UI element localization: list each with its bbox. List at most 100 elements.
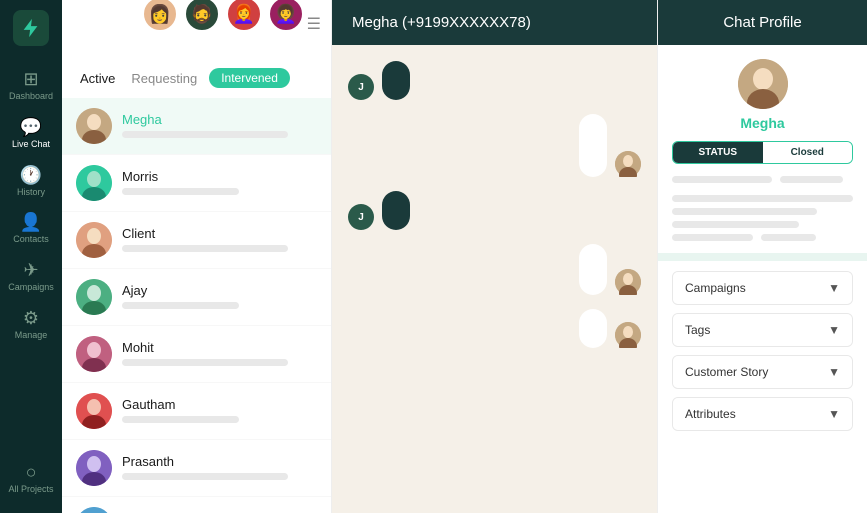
- profile-line: [672, 234, 753, 241]
- message-bubble-sent: [382, 191, 410, 230]
- chat-item[interactable]: Saurabh: [62, 497, 331, 513]
- accordion-label: Customer Story: [685, 365, 768, 379]
- hamburger-icon[interactable]: ☰: [307, 14, 321, 34]
- chat-name: Client: [122, 226, 317, 241]
- sidebar-item-manage[interactable]: ⚙ Manage: [0, 301, 62, 349]
- chat-item[interactable]: Mohit: [62, 326, 331, 383]
- profile-name: Megha: [672, 115, 853, 131]
- profile-line: [672, 195, 853, 202]
- profile-line: [780, 176, 843, 183]
- chat-preview: [122, 473, 288, 480]
- profile-avatar-wrap: [672, 59, 853, 109]
- chevron-down-icon: ▼: [828, 323, 840, 337]
- accordion-label: Campaigns: [685, 281, 746, 295]
- profile-line: [672, 208, 817, 215]
- chat-info: Gautham: [122, 397, 317, 426]
- livechat-icon: 💬: [20, 118, 42, 136]
- sidebar-item-label: All Projects: [8, 484, 53, 495]
- chat-info: Morris: [122, 169, 317, 198]
- accordion-campaigns: Campaigns ▼: [672, 271, 853, 305]
- chat-preview: [122, 416, 239, 423]
- profile-content: Megha STATUS Closed Campaigns ▼: [658, 45, 867, 453]
- sidebar-item-label: Manage: [15, 330, 48, 341]
- sidebar-item-contacts[interactable]: 👤 Contacts: [0, 205, 62, 253]
- accordion-header[interactable]: Campaigns ▼: [673, 272, 852, 304]
- sidebar-item-label: Campaigns: [8, 282, 54, 293]
- chat-name: Ajay: [122, 283, 317, 298]
- accordion-header[interactable]: Customer Story ▼: [673, 356, 852, 388]
- message-avatar: [615, 322, 641, 348]
- sidebar-item-label: Live Chat: [12, 139, 50, 150]
- sidebar-item-history[interactable]: 🕐 History: [0, 158, 62, 206]
- tab-active[interactable]: Active: [76, 69, 119, 88]
- sidebar-item-label: Contacts: [13, 234, 49, 245]
- top-avatar-2[interactable]: 🧔: [184, 0, 220, 32]
- status-bar: STATUS Closed: [672, 141, 853, 164]
- profile-line: [672, 221, 799, 228]
- avatar: [76, 336, 112, 372]
- chat-item[interactable]: Prasanth: [62, 440, 331, 497]
- message-bubble-received: [579, 309, 607, 348]
- accordion-header[interactable]: Attributes ▼: [673, 398, 852, 430]
- top-avatar-4[interactable]: 👩‍🦱: [268, 0, 304, 32]
- sidebar-item-livechat[interactable]: 💬 Live Chat: [0, 110, 62, 158]
- top-avatar-3[interactable]: 👩‍🦰: [226, 0, 262, 32]
- chat-item[interactable]: Megha: [62, 98, 331, 155]
- status-label: STATUS: [673, 142, 763, 163]
- chat-list-panel: 👩 🧔 👩‍🦰 👩‍🦱 ☰ Active Requesting Interven…: [62, 0, 332, 513]
- chat-info: Ajay: [122, 283, 317, 312]
- chat-info: Megha: [122, 112, 317, 141]
- avatar: [76, 450, 112, 486]
- avatar: [76, 393, 112, 429]
- message-avatar: J: [348, 74, 374, 100]
- chat-preview: [122, 302, 239, 309]
- manage-icon: ⚙: [23, 309, 39, 327]
- chat-item[interactable]: Gautham: [62, 383, 331, 440]
- sidebar-item-label: History: [17, 187, 45, 198]
- avatar: [76, 165, 112, 201]
- tab-requesting[interactable]: Requesting: [127, 69, 201, 88]
- chat-info: Client: [122, 226, 317, 255]
- chat-items: Megha Morris Client: [62, 98, 331, 513]
- chat-preview: [122, 131, 288, 138]
- chat-list-header: Active Requesting Intervened: [62, 54, 331, 98]
- chevron-down-icon: ▼: [828, 365, 840, 379]
- message-avatar: [615, 269, 641, 295]
- chat-info: Mohit: [122, 340, 317, 369]
- chat-name: Gautham: [122, 397, 317, 412]
- accordion-attributes: Attributes ▼: [672, 397, 853, 431]
- top-avatar-1[interactable]: 👩: [142, 0, 178, 32]
- tab-intervened[interactable]: Intervened: [209, 68, 290, 88]
- chat-name: Morris: [122, 169, 317, 184]
- profile-line: [761, 234, 815, 241]
- chat-info: Prasanth: [122, 454, 317, 483]
- message-avatar: [615, 151, 641, 177]
- dashboard-icon: ⊞: [23, 70, 38, 88]
- sidebar-logo: [13, 10, 49, 46]
- divider: [658, 253, 867, 261]
- chevron-down-icon: ▼: [828, 281, 840, 295]
- allprojects-icon: ○: [26, 463, 37, 481]
- sidebar-item-allprojects[interactable]: ○ All Projects: [0, 455, 62, 503]
- profile-panel: Chat Profile Megha STATUS Closed: [657, 0, 867, 513]
- chat-preview: [122, 359, 288, 366]
- sidebar: ⊞ Dashboard 💬 Live Chat 🕐 History 👤 Cont…: [0, 0, 62, 513]
- chat-name: Prasanth: [122, 454, 317, 469]
- chevron-down-icon: ▼: [828, 407, 840, 421]
- chat-name: Megha: [122, 112, 317, 127]
- chat-area: Megha (+9199XXXXXX78) J J: [332, 0, 657, 513]
- chat-item[interactable]: Ajay: [62, 269, 331, 326]
- accordion-customer-story: Customer Story ▼: [672, 355, 853, 389]
- sidebar-item-campaigns[interactable]: ✈ Campaigns: [0, 253, 62, 301]
- accordion-label: Attributes: [685, 407, 736, 421]
- profile-avatar: [738, 59, 788, 109]
- chat-item[interactable]: Morris: [62, 155, 331, 212]
- chat-name: Mohit: [122, 340, 317, 355]
- sidebar-item-dashboard[interactable]: ⊞ Dashboard: [0, 62, 62, 110]
- message-bubble-received: [579, 244, 607, 295]
- accordion-header[interactable]: Tags ▼: [673, 314, 852, 346]
- chat-item[interactable]: Client: [62, 212, 331, 269]
- message-bubble-received: [579, 114, 607, 177]
- chat-header: Megha (+9199XXXXXX78): [332, 0, 657, 45]
- history-icon: 🕐: [20, 166, 42, 184]
